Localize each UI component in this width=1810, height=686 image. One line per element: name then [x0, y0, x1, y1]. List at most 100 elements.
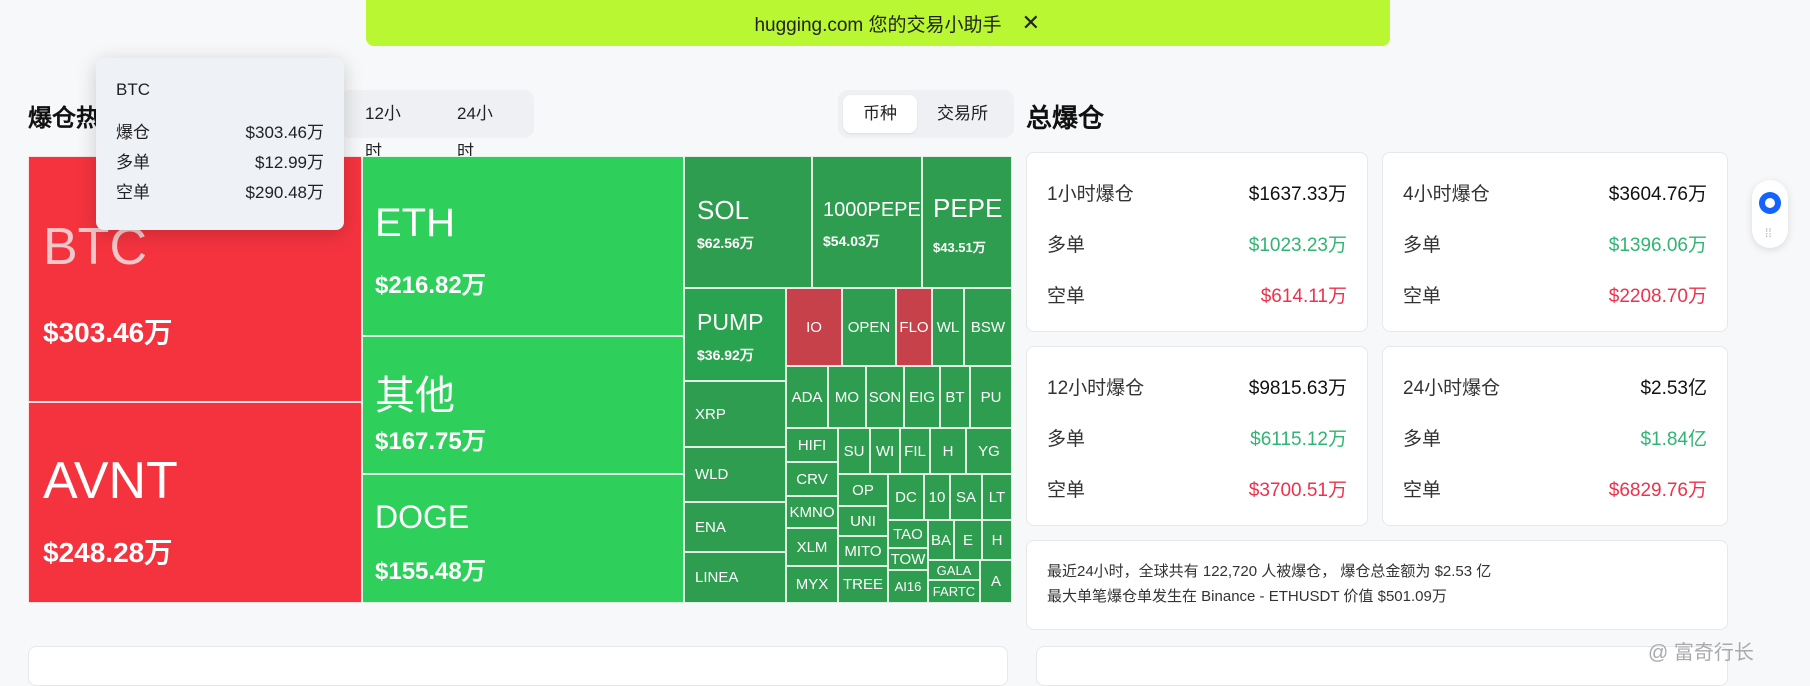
treemap-cell-lt[interactable]: LT	[982, 474, 1012, 520]
treemap-cell-xrp[interactable]: XRP	[684, 381, 786, 447]
treemap-cell-fartc[interactable]: FARTC	[928, 580, 980, 603]
treemap-cell-doge[interactable]: DOGE $155.48万	[362, 474, 684, 603]
cell-value: $43.51万	[933, 240, 986, 255]
short-value: $2208.70万	[1608, 286, 1707, 307]
treemap-cell-h2[interactable]: H	[982, 520, 1012, 560]
treemap-cell-10[interactable]: 10	[924, 474, 950, 520]
banner-text: hugging.com 您的交易小助手	[754, 14, 1002, 36]
card-total: $1637.33万	[1248, 184, 1347, 205]
short-label: 空单	[1403, 286, 1442, 307]
treemap-cell-bt[interactable]: BT	[940, 366, 970, 428]
treemap-cell-dc[interactable]: DC	[888, 474, 924, 520]
cell-value: $167.75万	[375, 428, 486, 455]
treemap-cell-op[interactable]: OP	[838, 474, 888, 506]
cell-symbol: 其他	[375, 374, 455, 418]
treemap-cell-tao[interactable]: TAO	[888, 520, 928, 548]
treemap-cell-mo[interactable]: MO	[828, 366, 866, 428]
long-value: $1396.06万	[1608, 235, 1707, 256]
cell-value: $155.48万	[375, 558, 486, 585]
tooltip-row: 多单 $12.99万	[116, 148, 324, 178]
treemap-cell-crv[interactable]: CRV	[786, 462, 838, 496]
chat-icon[interactable]	[1759, 192, 1781, 214]
treemap-cell-fil[interactable]: FIL	[900, 428, 930, 474]
total-liquidation-title: 总爆仓	[1026, 103, 1105, 133]
treemap-cell-sa[interactable]: SA	[950, 474, 982, 520]
treemap-cell-avnt[interactable]: AVNT $248.28万	[28, 402, 362, 603]
card-total: $2.53亿	[1640, 378, 1707, 399]
treemap-cell-su[interactable]: SU	[838, 428, 870, 474]
assistant-widget[interactable]: ⁞⁞	[1752, 180, 1788, 248]
tab-exchange[interactable]: 交易所	[917, 95, 1008, 133]
heatmap-title: 爆仓热	[28, 105, 100, 132]
treemap-cell-ena[interactable]: ENA	[684, 502, 786, 552]
cell-symbol: PEPE	[933, 193, 1003, 223]
treemap-cell-a[interactable]: A	[980, 560, 1012, 603]
tooltip-value: $303.46万	[245, 123, 324, 142]
card-total: $9815.63万	[1248, 378, 1347, 399]
treemap-cell-tree[interactable]: TREE	[838, 566, 888, 603]
short-label: 空单	[1047, 480, 1086, 501]
tooltip-label: 多单	[116, 153, 150, 172]
treemap-cell-xlm[interactable]: XLM	[786, 528, 838, 566]
treemap-cell-eig[interactable]: EIG	[904, 366, 940, 428]
tooltip-row: 爆仓 $303.46万	[116, 118, 324, 148]
tooltip-symbol: BTC	[116, 80, 150, 99]
cell-value: $36.92万	[697, 347, 754, 363]
short-value: $614.11万	[1260, 286, 1347, 307]
treemap-cell-io[interactable]: IO	[786, 288, 842, 366]
short-label: 空单	[1047, 286, 1086, 307]
tooltip-value: $290.48万	[245, 183, 324, 202]
treemap-cell-e[interactable]: E	[954, 520, 982, 560]
treemap-cell-linea[interactable]: LINEA	[684, 552, 786, 603]
short-value: $6829.76万	[1608, 480, 1707, 501]
treemap-cell-uni[interactable]: UNI	[838, 506, 888, 536]
treemap-cell-sol[interactable]: SOL $62.56万	[684, 156, 812, 288]
watermark: @ 富奇行长	[1648, 642, 1754, 664]
treemap-cell-open[interactable]: OPEN	[842, 288, 896, 366]
long-value: $1023.23万	[1248, 235, 1347, 256]
tooltip-value: $12.99万	[255, 153, 324, 172]
treemap-cell-pump[interactable]: PUMP $36.92万	[684, 288, 786, 381]
treemap-cell-flo[interactable]: FLO	[896, 288, 932, 366]
treemap-cell-pepe[interactable]: PEPE $43.51万	[922, 156, 1012, 288]
bottom-card-right	[1036, 646, 1728, 686]
treemap-cell-h[interactable]: H	[930, 428, 966, 474]
treemap-cell-ada[interactable]: ADA	[786, 366, 828, 428]
treemap-cell-gala[interactable]: GALA	[928, 560, 980, 580]
treemap-cell-ba[interactable]: BA	[928, 520, 954, 560]
treemap-cell-kmno[interactable]: KMNO	[786, 496, 838, 528]
treemap-cell-tow[interactable]: TOW	[888, 548, 928, 570]
cell-value: $303.46万	[43, 317, 173, 348]
treemap-cell-bsw[interactable]: BSW	[964, 288, 1012, 366]
promo-banner: hugging.com 您的交易小助手 ✕	[366, 0, 1390, 46]
tab-12h[interactable]: 12小时	[345, 95, 437, 161]
summary-line: 最近24小时，全球共有 122,720 人被爆仓， 爆仓总金额为 $2.53 亿	[1047, 563, 1492, 580]
close-icon[interactable]: ✕	[1022, 10, 1040, 36]
treemap-cell-wl[interactable]: WL	[932, 288, 964, 366]
treemap-cell-mito[interactable]: MITO	[838, 536, 888, 566]
cell-symbol: DOGE	[375, 499, 470, 535]
treemap-cell-hifi[interactable]: HIFI	[786, 428, 838, 462]
drag-handle-icon[interactable]: ⁞⁞	[1765, 226, 1772, 240]
liquidation-card-4h: 4小时爆仓 $3604.76万 多单 $1396.06万 空单 $2208.70万	[1382, 152, 1728, 332]
treemap-cell-yg[interactable]: YG	[966, 428, 1012, 474]
card-title: 4小时爆仓	[1403, 184, 1490, 205]
treemap-cell-myx[interactable]: MYX	[786, 566, 838, 603]
summary-line: 最大单笔爆仓单发生在 Binance - ETHUSDT 价值 $501.09万	[1047, 588, 1447, 605]
treemap-cell-eth[interactable]: ETH $216.82万	[362, 156, 684, 336]
liquidation-card-12h: 12小时爆仓 $9815.63万 多单 $6115.12万 空单 $3700.51万	[1026, 346, 1368, 526]
treemap-cell-other[interactable]: 其他 $167.75万	[362, 336, 684, 474]
treemap-cell-1000pepe[interactable]: 1000PEPE $54.03万	[812, 156, 922, 288]
treemap-cell-ai16[interactable]: AI16	[888, 570, 928, 603]
long-value: $6115.12万	[1250, 429, 1347, 450]
cell-value: $54.03万	[823, 233, 880, 249]
tab-24h[interactable]: 24小时	[437, 95, 529, 161]
treemap-cell-pu[interactable]: PU	[970, 366, 1012, 428]
treemap-cell-wi[interactable]: WI	[870, 428, 900, 474]
short-value: $3700.51万	[1248, 480, 1347, 501]
long-label: 多单	[1047, 429, 1086, 450]
treemap-cell-wld[interactable]: WLD	[684, 447, 786, 502]
bottom-card-left	[28, 646, 1008, 686]
treemap-cell-son[interactable]: SON	[866, 366, 904, 428]
tab-coin[interactable]: 币种	[843, 95, 917, 133]
